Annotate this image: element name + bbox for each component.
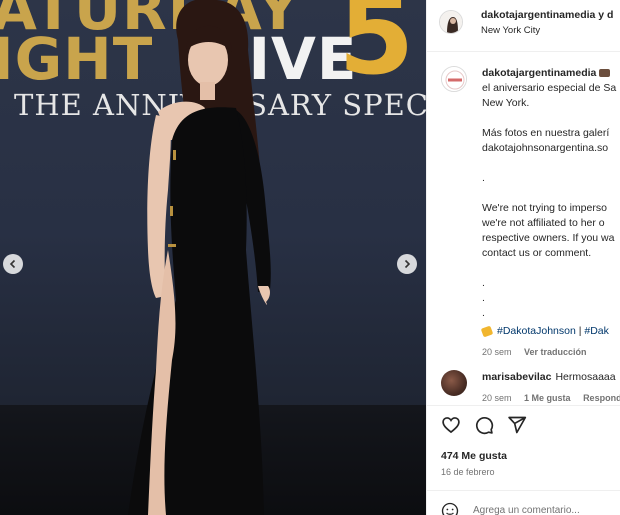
- caption-line-14: .: [482, 277, 485, 289]
- avatar-silhouette-icon: [440, 11, 462, 33]
- commenter-avatar[interactable]: [441, 370, 467, 396]
- caption-line-16: .: [482, 307, 485, 319]
- actions-divider: [427, 405, 620, 406]
- add-comment-input[interactable]: [473, 502, 613, 515]
- likes-count[interactable]: 474 Me gusta: [441, 450, 507, 462]
- header-username[interactable]: dakotajargentinamedia y d: [481, 9, 613, 21]
- hashtag-dakotajohnson[interactable]: #DakotaJohnson: [497, 325, 576, 337]
- caption-line-15: .: [482, 292, 485, 304]
- post-photo[interactable]: ATURDAY IGHT LIVE 5 THE ANNIVERSARY SPEC…: [0, 0, 426, 515]
- caption-line-7: .: [482, 172, 485, 184]
- heart-icon[interactable]: [441, 415, 461, 435]
- tag-emoji-icon: [480, 325, 494, 338]
- post-date: 16 de febrero: [441, 467, 495, 477]
- post-header: dakotajargentinamedia y d New York City: [427, 0, 620, 52]
- post-caption: dakotajargentinamedia el aniversario esp…: [480, 66, 620, 360]
- author-avatar[interactable]: [439, 10, 463, 34]
- chevron-right-icon: [404, 259, 411, 269]
- caption-line-2: New York.: [482, 97, 530, 109]
- chevron-left-icon: [9, 259, 16, 269]
- caption-username[interactable]: dakotajargentinamedia: [482, 67, 596, 79]
- caption-line-5: dakotajohnsonargentina.so: [482, 142, 609, 154]
- comment-item: marisabevilac Hermosaaaa: [482, 371, 620, 383]
- woman-in-black-gown: [128, 0, 271, 515]
- caption-meta: 20 sem Ver traducción: [482, 345, 620, 360]
- comment-username[interactable]: marisabevilac: [482, 371, 551, 383]
- caption-line-10: we're not affiliated to her o: [482, 217, 605, 229]
- caption-line-12: contact us or comment.: [482, 247, 592, 259]
- comment-text: Hermosaaaa: [555, 371, 616, 383]
- see-translation-link[interactable]: Ver traducción: [524, 347, 587, 357]
- comment-input-divider: [427, 490, 620, 491]
- comment-likes[interactable]: 1 Me gusta: [524, 393, 571, 403]
- hashtag-dak[interactable]: #Dak: [584, 325, 609, 337]
- post-details-panel: dakotajargentinamedia y d New York City …: [426, 0, 620, 515]
- caption-time: 20 sem: [482, 347, 512, 357]
- caption-line-9: We're not trying to imperso: [482, 202, 607, 214]
- header-location[interactable]: New York City: [481, 25, 540, 36]
- comment-icon[interactable]: [474, 415, 494, 435]
- next-photo-button[interactable]: [397, 254, 417, 274]
- camera-emoji-icon: [599, 69, 611, 78]
- caption-author-avatar[interactable]: [441, 66, 467, 92]
- caption-line-4: Más fotos en nuestra galerí: [482, 127, 610, 139]
- comment-time: 20 sem: [482, 393, 512, 403]
- emoji-icon[interactable]: [441, 502, 459, 515]
- action-bar: [441, 415, 527, 435]
- caption-line-1: el aniversario especial de Sa: [482, 82, 617, 94]
- comment-reply-button[interactable]: Respond: [583, 393, 620, 403]
- comment-meta: 20 sem 1 Me gusta Respond: [482, 393, 620, 403]
- share-icon[interactable]: [507, 415, 527, 435]
- previous-photo-button[interactable]: [3, 254, 23, 274]
- caption-line-11: respective owners. If you wa: [482, 232, 615, 244]
- avatar-logo-icon: [442, 67, 466, 91]
